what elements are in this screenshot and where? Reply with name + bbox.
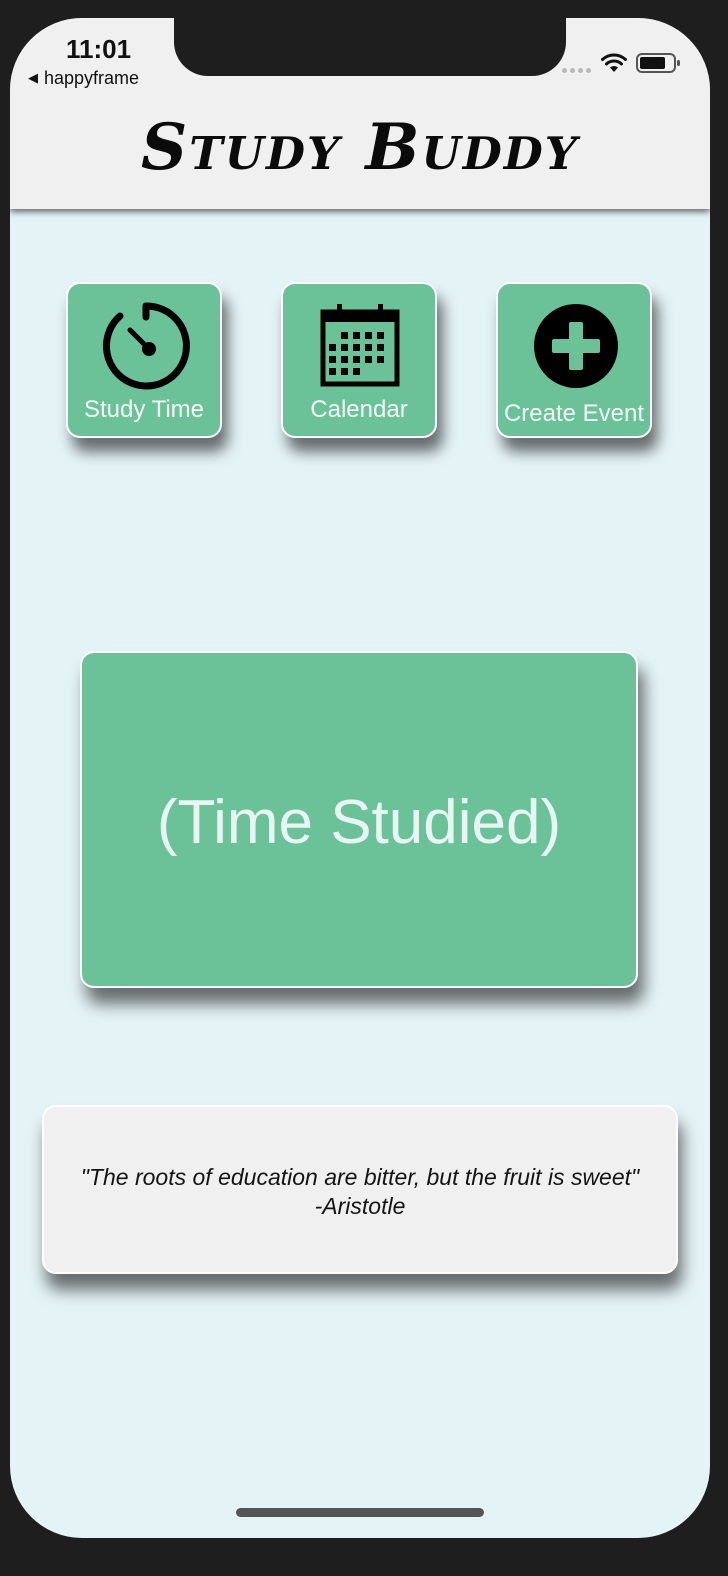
- calendar-label: Calendar: [310, 396, 408, 423]
- quote-text-block: "The roots of education are bitter, but …: [44, 1163, 676, 1221]
- device-notch: [174, 18, 566, 76]
- quote-card: "The roots of education are bitter, but …: [42, 1105, 678, 1274]
- create-event-label: Create Event: [503, 400, 645, 427]
- study-time-button[interactable]: Study Time: [66, 282, 222, 438]
- create-event-button[interactable]: Create Event: [496, 282, 652, 438]
- calendar-icon: [320, 304, 400, 387]
- app-title: Study Buddy: [141, 110, 579, 185]
- status-time: 11:01: [66, 34, 132, 64]
- cellular-signal-icon: [562, 68, 591, 73]
- battery-icon: [636, 53, 680, 73]
- plus-circle-icon: [534, 304, 618, 388]
- quote-author: -Aristotle: [314, 1193, 406, 1219]
- phone-screen: Study Buddy 11:01 ◀ happyframe Study Time: [10, 18, 710, 1538]
- quote-text: "The roots of education are bitter, but …: [80, 1164, 640, 1190]
- home-indicator[interactable]: [236, 1508, 484, 1517]
- wifi-icon: [601, 53, 627, 72]
- back-app-label: happyframe: [44, 68, 140, 88]
- back-to-app-link[interactable]: ◀ happyframe: [28, 68, 139, 89]
- back-triangle-icon: ◀: [28, 70, 38, 85]
- study-time-label: Study Time: [83, 396, 205, 423]
- stopwatch-icon: [103, 302, 190, 390]
- time-studied-value: (Time Studied): [156, 788, 562, 857]
- calendar-button[interactable]: Calendar: [281, 282, 437, 438]
- time-studied-card: (Time Studied): [80, 651, 638, 988]
